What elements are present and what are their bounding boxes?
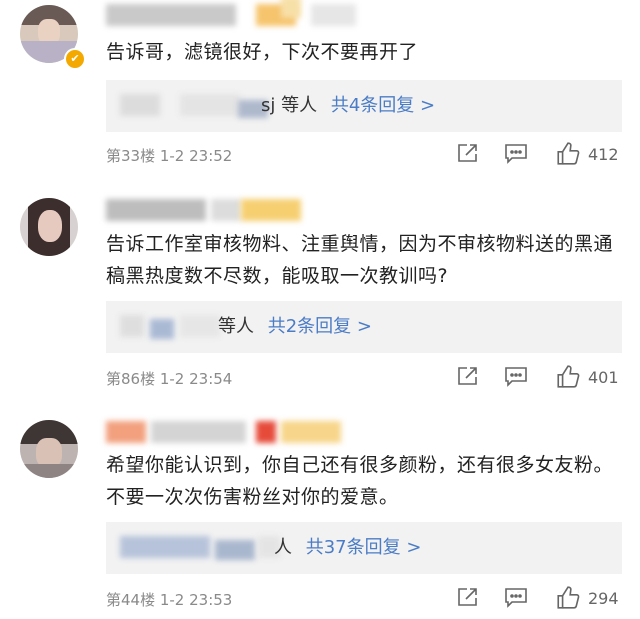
like-count: 294	[588, 589, 619, 608]
reply-text: sj 等人 共4条回复 >	[261, 93, 435, 119]
reply-count-link[interactable]: 共37条回复 >	[306, 537, 422, 558]
verified-badge-icon: ✔	[64, 48, 86, 70]
comment-icon[interactable]	[504, 585, 528, 609]
username[interactable]	[106, 0, 356, 26]
comment-meta: 第33楼 1-2 23:52 412	[106, 141, 622, 169]
reply-count-link[interactable]: 共2条回复 >	[268, 316, 372, 337]
avatar[interactable]	[20, 420, 78, 478]
reply-users	[120, 536, 280, 560]
comment-icon[interactable]	[504, 364, 528, 388]
reply-summary[interactable]: sj 等人 共4条回复 >	[106, 80, 622, 132]
share-icon[interactable]	[456, 364, 480, 388]
reply-suffix: sj 等人	[261, 95, 318, 116]
comment-meta: 第44楼 1-2 23:53 294	[106, 585, 622, 613]
comment-text: 告诉哥，滤镜很好，下次不要再开了	[106, 41, 419, 63]
comment-meta: 第86楼 1-2 23:54 401	[106, 364, 622, 392]
comment-text: 希望你能认识到，你自己还有很多颜粉，还有很多女友粉。不要一次次伤害粉丝对你的爱意…	[106, 454, 614, 508]
reply-text: 等人 共2条回复 >	[218, 314, 372, 340]
comment-icon[interactable]	[504, 141, 528, 165]
share-icon[interactable]	[456, 141, 480, 165]
reply-text: 人 共37条回复 >	[274, 535, 421, 561]
avatar[interactable]	[20, 198, 78, 256]
reply-users	[120, 315, 220, 339]
share-icon[interactable]	[456, 585, 480, 609]
reply-summary[interactable]: 人 共37条回复 >	[106, 522, 622, 574]
like-icon[interactable]	[555, 141, 581, 167]
like-count: 412	[588, 145, 619, 164]
comment-text: 告诉工作室审核物料、注重舆情，因为不审核物料送的黑通稿黑热度数不尽数，能吸取一次…	[106, 233, 614, 287]
reply-count-link[interactable]: 共4条回复 >	[331, 95, 435, 116]
reply-summary[interactable]: 等人 共2条回复 >	[106, 301, 622, 353]
username[interactable]	[106, 421, 346, 443]
username[interactable]	[106, 199, 306, 221]
floor-and-time: 第44楼 1-2 23:53	[106, 591, 233, 609]
reply-suffix: 人	[274, 537, 292, 558]
like-icon[interactable]	[555, 364, 581, 390]
reply-users	[120, 94, 270, 118]
reply-suffix: 等人	[218, 316, 254, 337]
like-icon[interactable]	[555, 585, 581, 611]
floor-and-time: 第86楼 1-2 23:54	[106, 370, 233, 388]
like-count: 401	[588, 368, 619, 387]
floor-and-time: 第33楼 1-2 23:52	[106, 147, 233, 165]
